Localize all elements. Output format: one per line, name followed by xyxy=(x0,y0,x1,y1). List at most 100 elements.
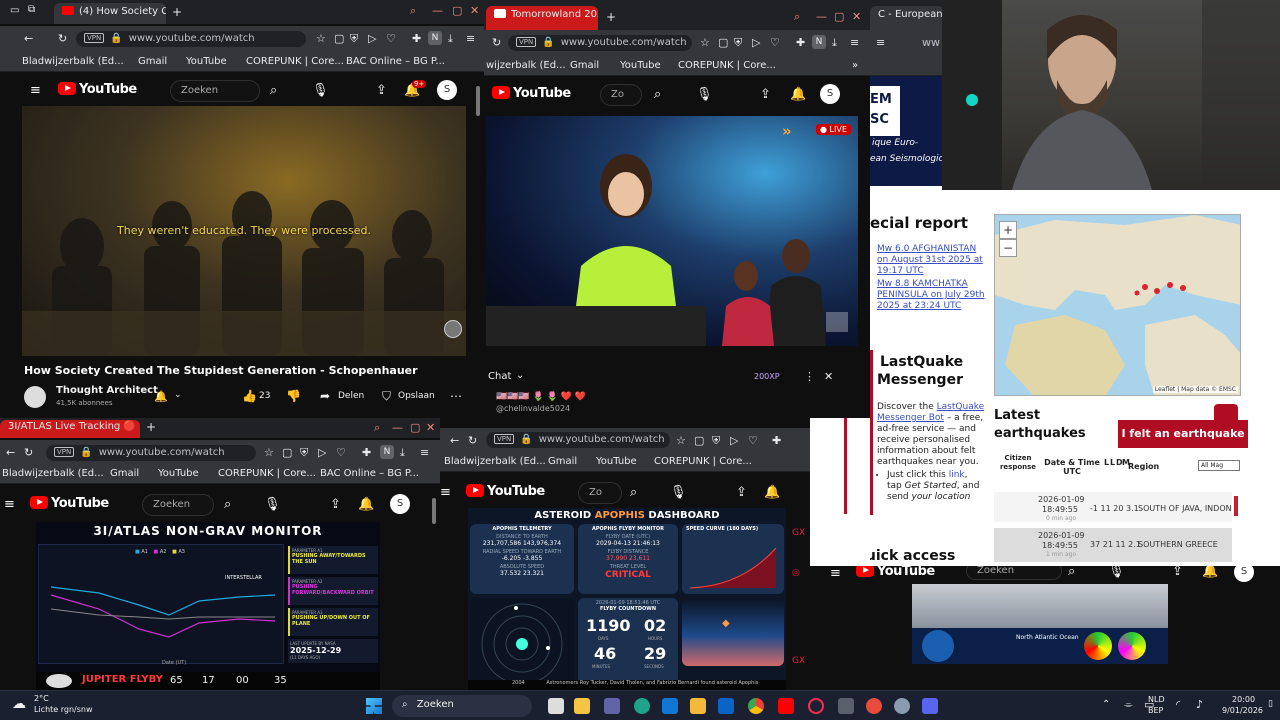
profile-icon[interactable]: N xyxy=(428,31,442,45)
settings-icon[interactable] xyxy=(894,698,910,714)
more-vert-icon[interactable]: ⋮ xyxy=(804,370,815,383)
channel-name[interactable]: Thought Architect xyxy=(56,385,158,396)
volume-icon[interactable]: ♪ xyxy=(1196,698,1203,711)
tab-active[interactable]: (4) How Society Create xyxy=(54,3,166,24)
vpn-badge[interactable]: VPN xyxy=(84,33,105,43)
bookmark-icon[interactable]: ☆ xyxy=(316,32,326,45)
hamburger-icon[interactable]: ≡ xyxy=(830,566,841,581)
report-link-kamchatka[interactable]: Mw 8.8 KAMCHATKA PENINSULA on July 29th … xyxy=(877,279,989,312)
weather-temp[interactable]: 2°C xyxy=(34,694,49,703)
channel-avatar[interactable] xyxy=(24,386,46,408)
search-tabs-icon[interactable]: ⌕ xyxy=(374,421,380,435)
magnitude-filter-select[interactable]: All Mag xyxy=(1198,460,1240,471)
map-attribution[interactable]: Leaflet | Map data © EMSC xyxy=(1152,386,1238,393)
side-icon[interactable]: GX xyxy=(792,528,805,538)
felt-earthquake-button[interactable]: I felt an earthquake xyxy=(1118,420,1248,448)
report-link-afghanistan[interactable]: Mw 6.0 AFGHANISTAN on August 31st 2025 a… xyxy=(877,244,989,277)
search-icon[interactable]: ⌕ xyxy=(654,87,661,102)
back-icon[interactable]: ← xyxy=(450,434,459,447)
browser-menu-icon[interactable]: ≡ xyxy=(420,446,429,459)
search-icon[interactable]: ⌕ xyxy=(224,497,231,512)
clock-date[interactable]: 9/01/2026 xyxy=(1222,706,1263,715)
bookmark-item-corepunk[interactable]: COREPUNK | Core... xyxy=(654,456,752,467)
extensions-icon[interactable]: ✚ xyxy=(796,36,805,49)
search-input[interactable]: Zo xyxy=(578,482,622,504)
screenshot-icon[interactable]: ▢ xyxy=(282,446,292,459)
bookmark-item-bac[interactable]: BAC Online – BG P... xyxy=(320,468,419,479)
heart-icon[interactable]: ♡ xyxy=(386,32,396,45)
save-button[interactable]: Opslaan xyxy=(398,391,435,401)
bell-icon[interactable]: 🔔 xyxy=(1202,566,1218,579)
file-explorer-icon[interactable] xyxy=(574,698,590,714)
browser-menu-icon[interactable]: ≡ xyxy=(876,36,885,49)
search-input[interactable]: Zo xyxy=(600,84,642,106)
bookmark-item-gmail[interactable]: Gmail xyxy=(110,468,139,479)
side-icon[interactable]: ◎ xyxy=(792,568,800,578)
edge-icon[interactable] xyxy=(634,698,650,714)
bookmark-item-gmail[interactable]: Gmail xyxy=(570,60,599,71)
send-icon[interactable]: ▷ xyxy=(752,36,760,49)
close-icon[interactable]: ✕ xyxy=(852,10,861,23)
maximize-icon[interactable]: ▢ xyxy=(452,4,462,17)
back-icon[interactable]: ← xyxy=(6,446,15,459)
upload-icon[interactable]: ⇪ xyxy=(736,485,747,500)
heart-icon[interactable]: ♡ xyxy=(770,36,780,49)
table-row[interactable]: 2026-01-09 18:49:55 0 min ago -1 11 20 3… xyxy=(994,492,1232,522)
zoom-out-button[interactable]: − xyxy=(999,239,1017,257)
mic-icon[interactable]: 🎙 xyxy=(1108,566,1125,579)
weather-video[interactable]: North Atlantic Ocean xyxy=(912,584,1168,664)
bookmark-item-corepunk[interactable]: COREPUNK | Core... xyxy=(246,56,344,67)
notifications-icon[interactable]: ▯ xyxy=(1268,699,1273,709)
chrome-icon[interactable] xyxy=(748,698,764,714)
video-player[interactable]: ASTEROID APOPHIS DASHBOARD APOPHIS TELEM… xyxy=(468,508,786,690)
close-icon[interactable]: ✕ xyxy=(470,4,479,17)
search-icon[interactable]: ⌕ xyxy=(630,485,637,500)
shield-icon[interactable]: ⛨ xyxy=(350,32,358,46)
bookmark-item-bar[interactable]: Bladwijzerbalk (Ed... xyxy=(2,468,104,479)
wifi-icon[interactable]: ◜ xyxy=(1176,698,1180,711)
reload-icon[interactable]: ↻ xyxy=(468,434,477,447)
browser-menu-icon[interactable]: ≡ xyxy=(850,36,859,49)
bookmark-item-youtube[interactable]: YouTube xyxy=(620,60,661,71)
bookmark-item-gmail[interactable]: Gmail xyxy=(548,456,577,467)
mic-icon[interactable]: 🎙 xyxy=(696,87,713,102)
profile-icon[interactable]: N xyxy=(380,445,394,459)
bookmark-item-youtube[interactable]: YouTube xyxy=(186,56,227,67)
scrollbar[interactable] xyxy=(432,498,436,524)
bookmark-item-bar[interactable]: Bladwijzerbalk (Ed... xyxy=(22,56,124,67)
bookmark-item-bar[interactable]: Bladwijzerbalk (Ed... xyxy=(444,456,546,467)
outlook-icon[interactable] xyxy=(718,698,734,714)
heart-icon[interactable]: ♡ xyxy=(336,446,346,459)
shield-icon[interactable]: ⛨ xyxy=(712,434,720,448)
shield-icon[interactable]: ⛨ xyxy=(734,36,742,50)
back-icon[interactable]: ← xyxy=(24,32,33,45)
felt-tab-icon[interactable] xyxy=(1214,404,1238,422)
heart-icon[interactable]: ♡ xyxy=(748,434,758,447)
weather-desc[interactable]: Lichte rgn/snw xyxy=(34,705,93,714)
send-icon[interactable]: ▷ xyxy=(318,446,326,459)
fullscreen-icon[interactable] xyxy=(826,312,848,332)
weather-icon[interactable]: ☁ xyxy=(12,696,26,712)
table-row[interactable]: 2026-01-09 18:49:55 1 min ago 37 21 11 2… xyxy=(994,528,1232,562)
new-tab-icon[interactable]: + xyxy=(146,420,156,434)
download-icon[interactable]: ⤓ xyxy=(400,446,405,460)
video-player[interactable]: They weren't educated. They were process… xyxy=(22,106,466,356)
reload-icon[interactable]: ↻ xyxy=(24,446,33,459)
bookmark-item-bar[interactable]: wijzerbalk (Ed... xyxy=(486,60,566,71)
chevron-right-icon[interactable]: » xyxy=(852,60,858,71)
bell-icon[interactable]: 🔔 xyxy=(154,390,168,403)
bell-icon[interactable]: 🔔 xyxy=(358,497,374,512)
clock-time[interactable]: 20:00 xyxy=(1232,695,1255,704)
url-text[interactable]: ww xyxy=(922,36,940,49)
opera-gx-icon[interactable] xyxy=(808,698,824,714)
bookmark-item-youtube[interactable]: YouTube xyxy=(596,456,637,467)
maximize-icon[interactable]: ▢ xyxy=(834,10,844,23)
task-view-icon[interactable] xyxy=(548,698,564,714)
tab-emsc[interactable]: C - European-Med xyxy=(870,6,944,30)
youtube-logo[interactable]: YouTube xyxy=(58,82,137,97)
hamburger-icon[interactable]: ≡ xyxy=(440,485,451,500)
tab-active[interactable]: Tomorrowland 2026 🎧 xyxy=(486,6,598,30)
table-scrollbar[interactable] xyxy=(1234,496,1238,516)
bookmark-icon[interactable]: ☆ xyxy=(676,434,686,447)
bell-icon[interactable]: 🔔 xyxy=(790,87,806,102)
